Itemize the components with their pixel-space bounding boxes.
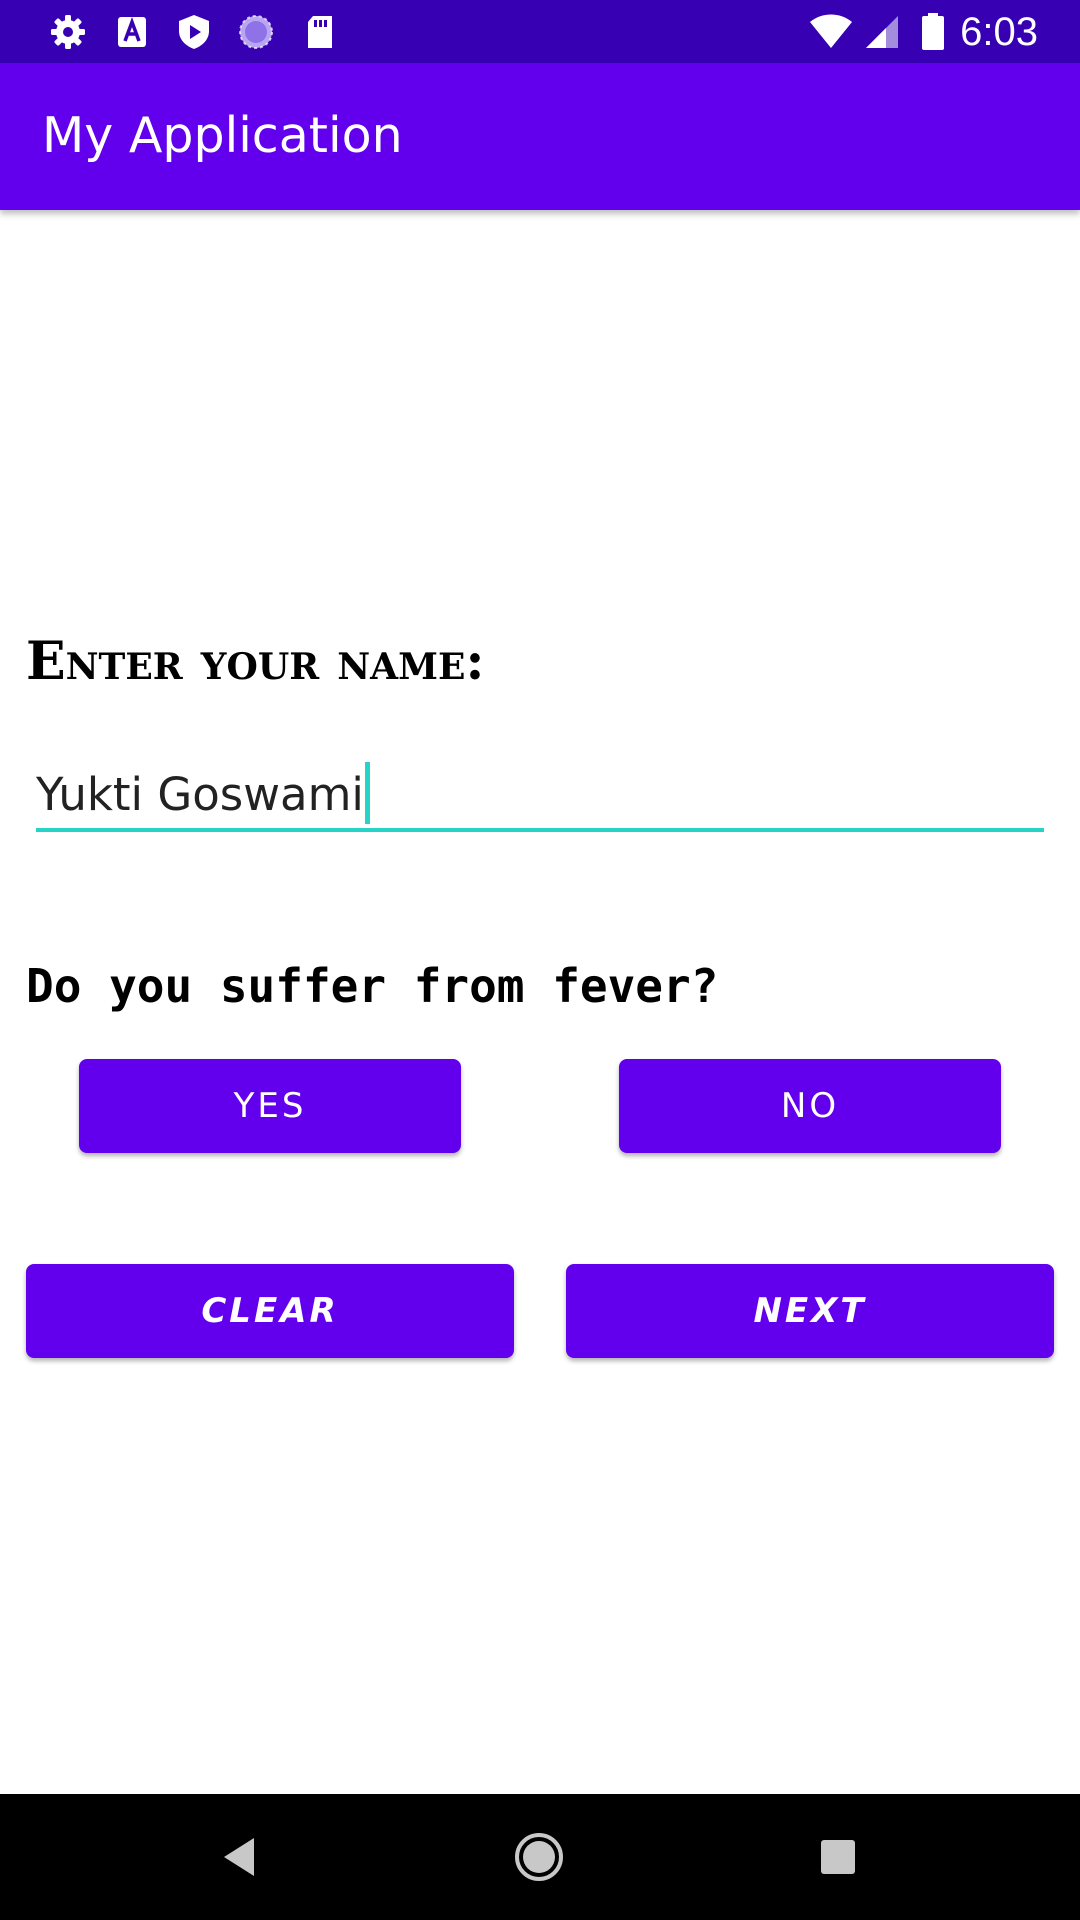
next-button[interactable]: NEXT — [566, 1264, 1054, 1358]
battery-icon — [922, 13, 944, 50]
navigation-bar — [0, 1794, 1080, 1920]
home-icon[interactable] — [506, 1824, 572, 1890]
fever-question: Do you suffer from fever? — [26, 959, 719, 1013]
signal-icon — [866, 16, 898, 48]
sd-card-icon — [308, 16, 332, 48]
accessibility-a-icon — [118, 16, 146, 47]
loading-circle-icon — [239, 15, 273, 49]
yes-button[interactable]: YES — [79, 1059, 461, 1153]
clear-button[interactable]: CLEAR — [26, 1264, 514, 1358]
recents-icon[interactable] — [805, 1824, 871, 1890]
name-label: Enter your name: — [26, 631, 485, 692]
name-input[interactable]: Yukti Goswami — [36, 750, 1044, 832]
status-bar: 6:03 — [0, 0, 1080, 63]
no-button[interactable]: NO — [619, 1059, 1001, 1153]
settings-icon — [51, 15, 85, 49]
play-protect-icon — [179, 15, 209, 49]
wifi-icon — [810, 14, 852, 48]
name-input-value: Yukti Goswami — [36, 768, 364, 821]
back-icon[interactable] — [208, 1824, 274, 1890]
app-bar: My Application — [0, 63, 1080, 210]
text-caret — [364, 762, 370, 824]
app-title: My Application — [42, 107, 403, 164]
status-time: 6:03 — [960, 10, 1038, 54]
